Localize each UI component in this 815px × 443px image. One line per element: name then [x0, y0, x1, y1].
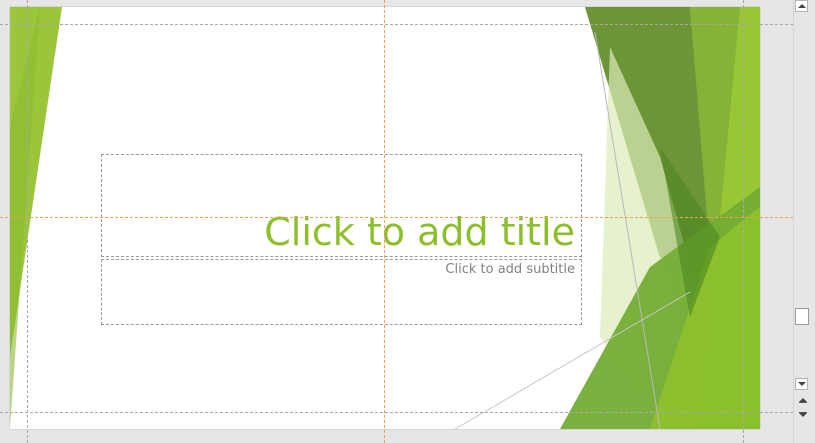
guide-vertical-center[interactable] — [384, 0, 385, 443]
double-arrow-up-bar — [799, 401, 807, 403]
subtitle-placeholder[interactable]: Click to add subtitle — [101, 259, 582, 325]
slide-editing-canvas[interactable]: Click to add title Click to add subtitle — [0, 0, 793, 443]
guide-horizontal-bottom[interactable] — [0, 412, 793, 413]
next-slide-button[interactable] — [797, 408, 809, 420]
title-placeholder[interactable]: Click to add title — [101, 154, 582, 257]
vertical-scrollbar[interactable] — [793, 0, 815, 443]
slide[interactable]: Click to add title Click to add subtitle — [10, 7, 760, 429]
scroll-up-button[interactable] — [795, 0, 808, 12]
previous-slide-button[interactable] — [797, 394, 809, 406]
guide-horizontal-center[interactable] — [0, 217, 793, 218]
double-arrow-down-icon — [799, 412, 807, 417]
triangle-up-icon — [797, 4, 806, 8]
guide-horizontal-top[interactable] — [0, 24, 793, 25]
subtitle-placeholder-text[interactable]: Click to add subtitle — [445, 262, 575, 277]
scroll-down-button[interactable] — [795, 378, 808, 390]
triangle-down-icon — [797, 382, 806, 386]
scroll-thumb[interactable] — [795, 308, 809, 325]
guide-vertical-left[interactable] — [27, 0, 28, 443]
guide-vertical-right[interactable] — [743, 0, 744, 443]
